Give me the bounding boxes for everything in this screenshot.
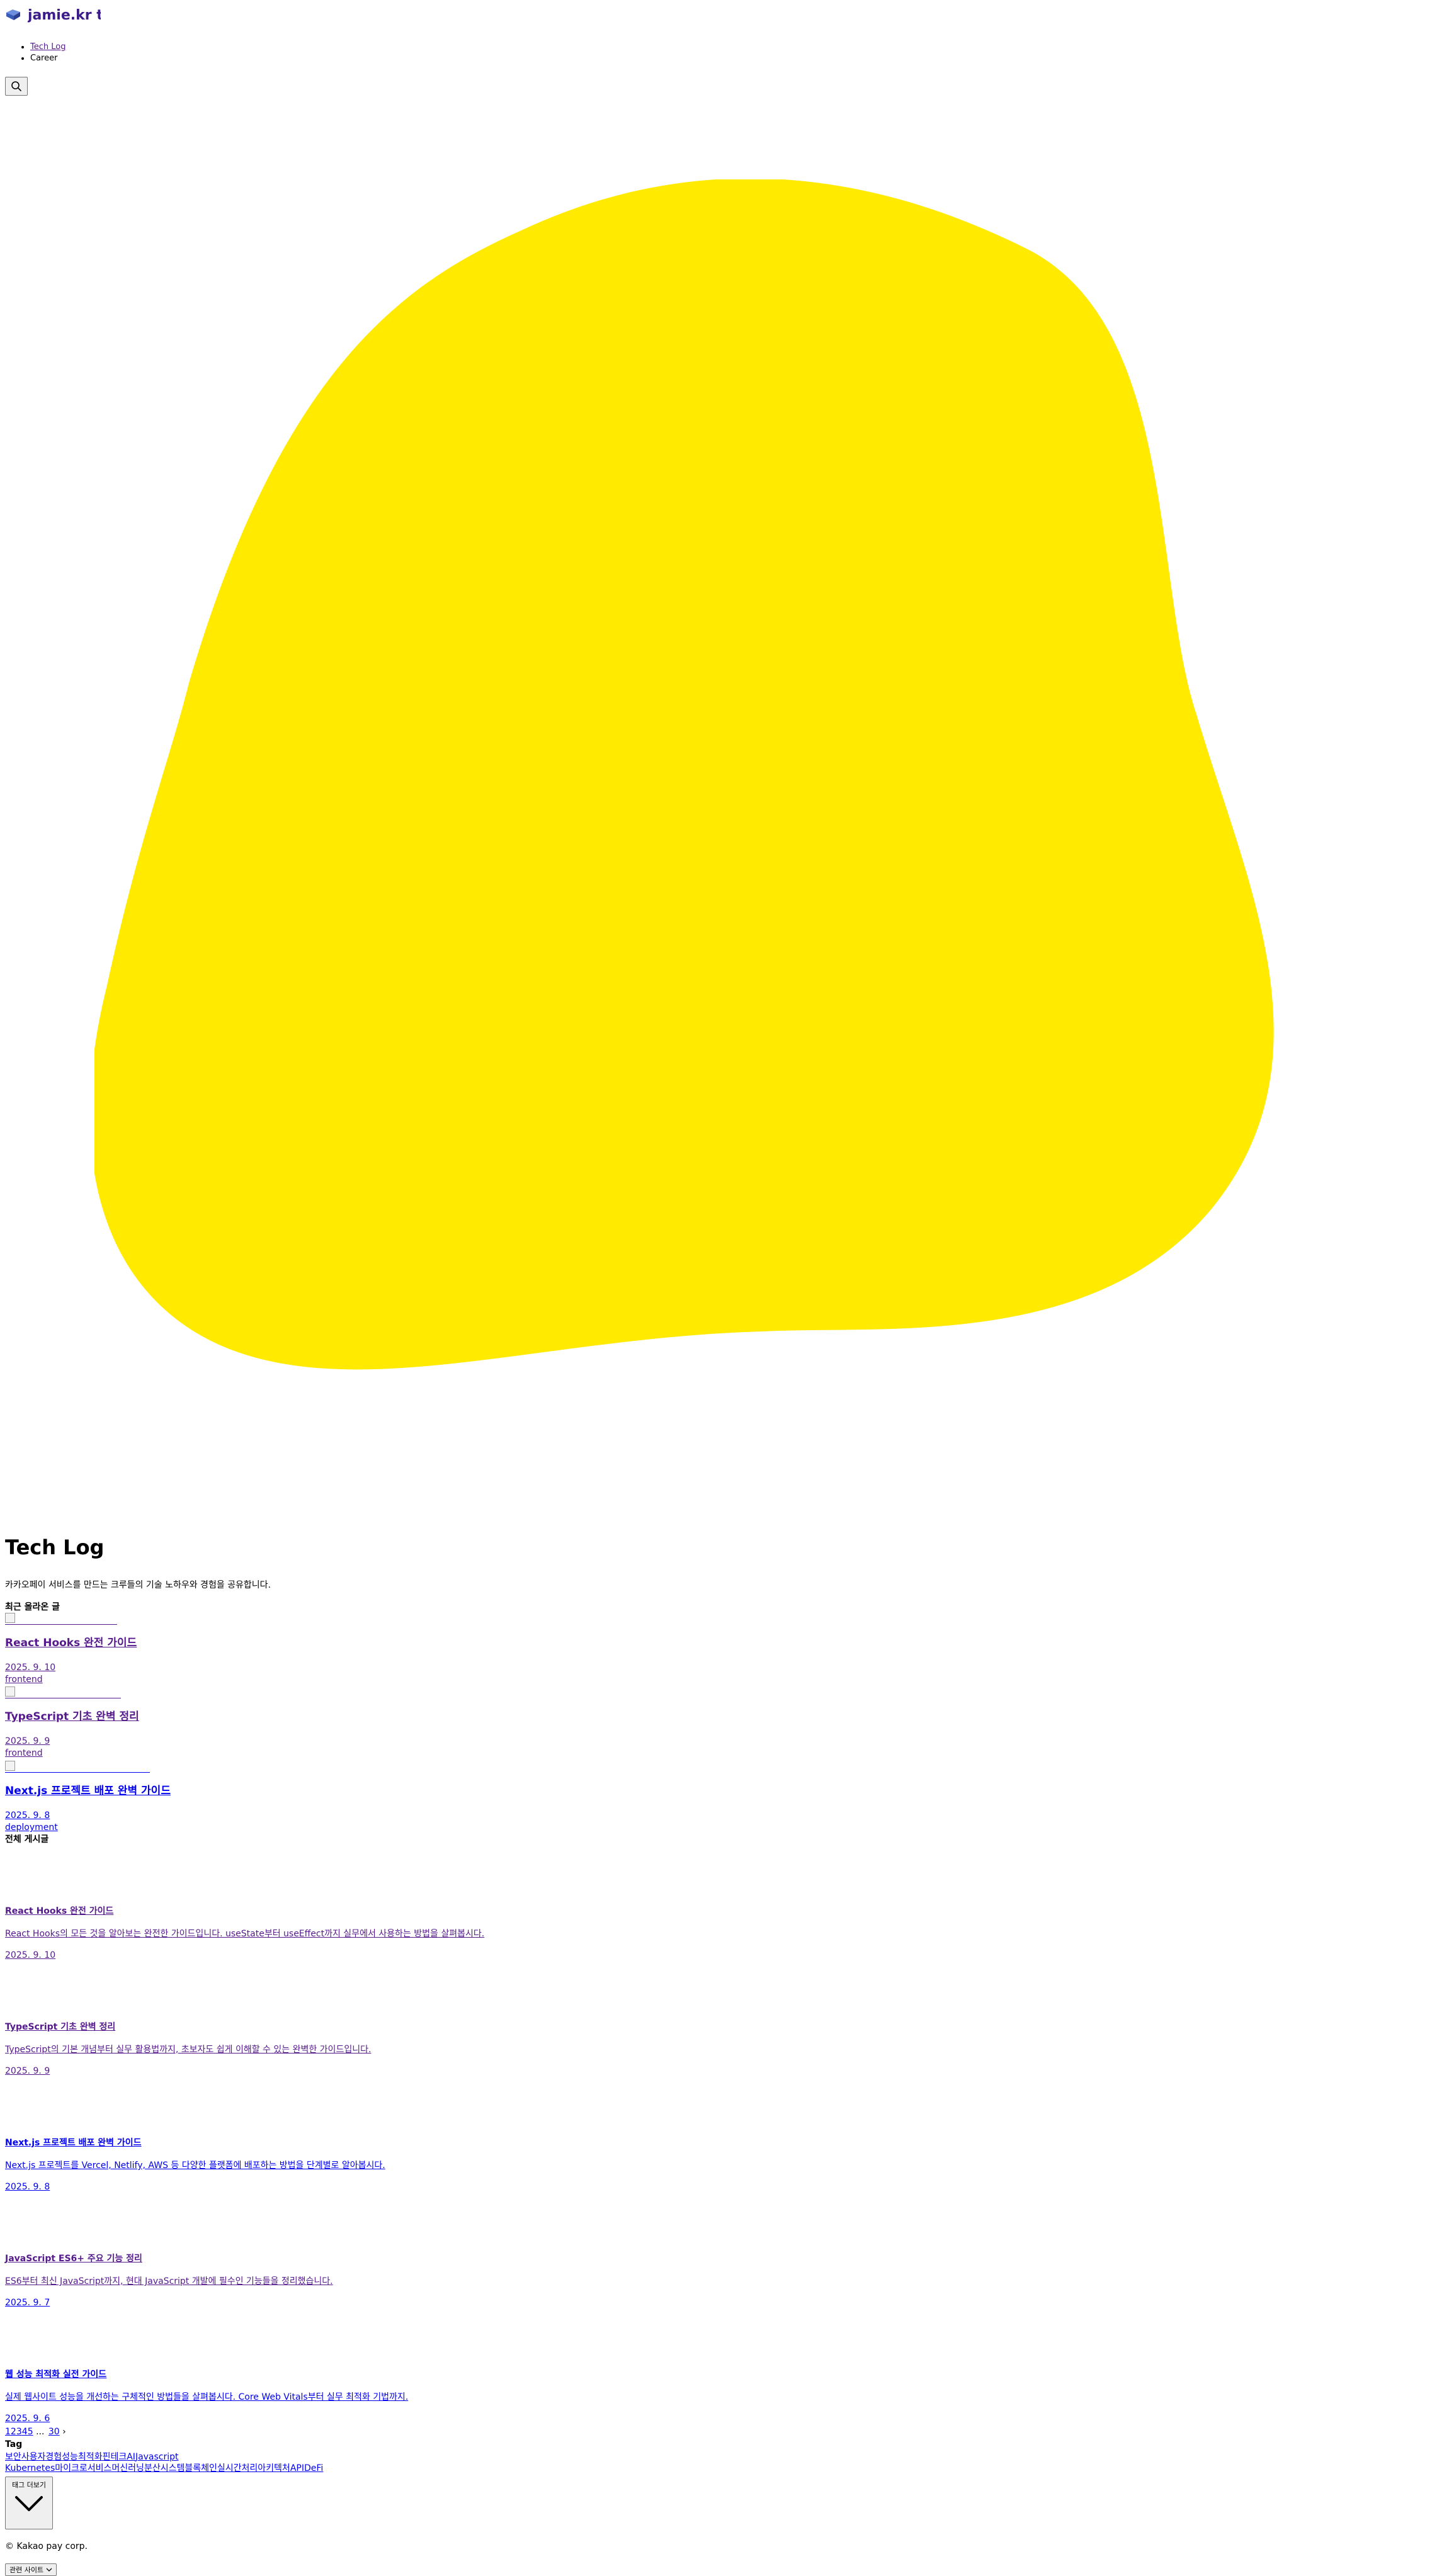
recent-posts-heading: 최근 올라온 글 bbox=[5, 1602, 60, 1612]
recent-post-title[interactable]: Next.js 프로젝트 배포 완벽 가이드 bbox=[5, 1783, 171, 1799]
page-title: Tech Log bbox=[5, 1535, 105, 1559]
chevron-down-icon bbox=[46, 2568, 52, 2572]
page-link-last[interactable]: 30 bbox=[48, 2427, 60, 2437]
tag-link[interactable]: 실시간처리 bbox=[217, 2463, 258, 2473]
post-summary[interactable]: Next.js 프로젝트를 Vercel, Netlify, AWS 등 다양한… bbox=[5, 2160, 385, 2171]
post-summary[interactable]: React Hooks의 모든 것을 알아보는 완전한 가이드입니다. useS… bbox=[5, 1928, 484, 1940]
search-button[interactable] bbox=[5, 77, 28, 96]
tag-link[interactable]: 성능최적화 bbox=[62, 2452, 102, 2462]
tag-link[interactable]: 보안 bbox=[5, 2452, 21, 2462]
post-summary[interactable]: ES6부터 최신 JavaScript까지, 현대 JavaScript 개발에… bbox=[5, 2276, 333, 2287]
search-icon bbox=[11, 81, 21, 91]
tag-link[interactable]: DeFi bbox=[304, 2463, 323, 2473]
post-summary[interactable]: TypeScript의 기본 개념부터 실무 활용법까지, 초보자도 쉽게 이해… bbox=[5, 2044, 371, 2055]
recent-post-card[interactable]: React Hooks 완전 가이드 2025. 9. 10 frontend bbox=[5, 1613, 137, 1685]
page-link-2[interactable]: 2 bbox=[11, 2427, 16, 2437]
post-summary[interactable]: 실제 웹사이트 성능을 개선하는 구체적인 방법들을 살펴봅시다. Core W… bbox=[5, 2392, 408, 2403]
tag-link[interactable]: Javascript bbox=[135, 2452, 179, 2462]
tag-list: 보안사용자경험성능최적화핀테크AIJavascript Kubernetes마이크… bbox=[5, 2451, 383, 2474]
post-date[interactable]: 2025. 9. 8 bbox=[5, 2181, 50, 2193]
pagination: 12345 ... 30 › bbox=[5, 2426, 67, 2438]
copyright-text: © Kakao pay corp. bbox=[5, 2541, 88, 2551]
post-title[interactable]: React Hooks 완전 가이드 bbox=[5, 1906, 113, 1917]
logo-icon bbox=[6, 9, 20, 20]
broken-image-icon bbox=[5, 1761, 15, 1771]
related-sites-button[interactable]: 관련 사이트 bbox=[5, 2563, 57, 2576]
pagination-ellipsis: ... bbox=[36, 2427, 45, 2437]
tag-link[interactable]: Kubernetes bbox=[5, 2463, 55, 2473]
recent-post-date[interactable]: 2025. 9. 8 bbox=[5, 1810, 50, 1821]
post-date[interactable]: 2025. 9. 9 bbox=[5, 2065, 50, 2077]
page-link-4[interactable]: 4 bbox=[22, 2427, 28, 2437]
nav-item-tech-log: Tech Log bbox=[30, 42, 65, 53]
tag-link[interactable]: 아키텍처 bbox=[258, 2463, 290, 2473]
site-logo[interactable]: jamie.kr tech bbox=[5, 5, 101, 25]
recent-post-card[interactable]: Next.js 프로젝트 배포 완벽 가이드 2025. 9. 8 deploy… bbox=[5, 1761, 171, 1833]
recent-post-thumbnail[interactable] bbox=[5, 1761, 150, 1773]
next-page-icon[interactable]: › bbox=[62, 2427, 66, 2437]
tag-link[interactable]: 사용자경험 bbox=[21, 2452, 62, 2462]
page-link-3[interactable]: 3 bbox=[16, 2427, 22, 2437]
recent-post-thumbnail[interactable] bbox=[5, 1686, 121, 1698]
post-title[interactable]: 웹 성능 최적화 실전 가이드 bbox=[5, 2369, 106, 2380]
page-link-1[interactable]: 1 bbox=[5, 2427, 11, 2437]
page-link-5[interactable]: 5 bbox=[28, 2427, 33, 2437]
all-posts-heading: 전체 게시글 bbox=[5, 1834, 49, 1844]
tag-link[interactable]: 블록체인 bbox=[185, 2463, 217, 2473]
hero-blob-shape bbox=[94, 179, 1274, 1370]
recent-post-category[interactable]: deployment bbox=[5, 1822, 58, 1833]
recent-post-title[interactable]: TypeScript 기초 완벽 정리 bbox=[5, 1709, 139, 1724]
tag-link[interactable]: AI bbox=[127, 2452, 135, 2462]
tag-heading: Tag bbox=[5, 2439, 23, 2449]
nav-item-career[interactable]: Career bbox=[30, 53, 65, 64]
tag-link[interactable]: 분산시스템 bbox=[144, 2463, 185, 2473]
post-title[interactable]: JavaScript ES6+ 주요 기능 정리 bbox=[5, 2253, 142, 2264]
post-title[interactable]: Next.js 프로젝트 배포 완벽 가이드 bbox=[5, 2137, 142, 2149]
tag-more-label: 태그 더보기 bbox=[11, 2481, 47, 2489]
recent-post-card[interactable]: TypeScript 기초 완벽 정리 2025. 9. 9 frontend bbox=[5, 1686, 139, 1758]
post-title[interactable]: TypeScript 기초 완벽 정리 bbox=[5, 2021, 115, 2033]
recent-post-category[interactable]: frontend bbox=[5, 1674, 43, 1685]
recent-post-date[interactable]: 2025. 9. 9 bbox=[5, 1736, 50, 1747]
broken-image-icon bbox=[5, 1686, 15, 1697]
logo-text: jamie.kr tech bbox=[28, 7, 101, 23]
post-date[interactable]: 2025. 9. 10 bbox=[5, 1950, 55, 1961]
related-sites-label: 관련 사이트 bbox=[9, 2566, 44, 2574]
recent-post-thumbnail[interactable] bbox=[5, 1613, 117, 1625]
tag-link[interactable]: 마이크로서비스 bbox=[55, 2463, 111, 2473]
recent-post-category[interactable]: frontend bbox=[5, 1748, 43, 1759]
broken-image-icon bbox=[5, 1613, 15, 1623]
nav-link-tech-log[interactable]: Tech Log bbox=[30, 42, 65, 52]
main-nav: Tech Log Career bbox=[30, 42, 65, 64]
chevron-down-icon bbox=[15, 2496, 43, 2511]
tag-more-button[interactable]: 태그 더보기 bbox=[5, 2477, 53, 2529]
tag-link[interactable]: 핀테크 bbox=[103, 2452, 127, 2462]
post-date[interactable]: 2025. 9. 6 bbox=[5, 2413, 50, 2424]
page-description: 카카오페이 서비스를 만드는 크루들의 기술 노하우와 경험을 공유합니다. bbox=[5, 1580, 271, 1590]
recent-post-date[interactable]: 2025. 9. 10 bbox=[5, 1662, 55, 1673]
tag-link[interactable]: 머신러닝 bbox=[111, 2463, 144, 2473]
tag-link[interactable]: API bbox=[290, 2463, 304, 2473]
post-date[interactable]: 2025. 9. 7 bbox=[5, 2297, 50, 2308]
recent-post-title[interactable]: React Hooks 완전 가이드 bbox=[5, 1635, 137, 1651]
